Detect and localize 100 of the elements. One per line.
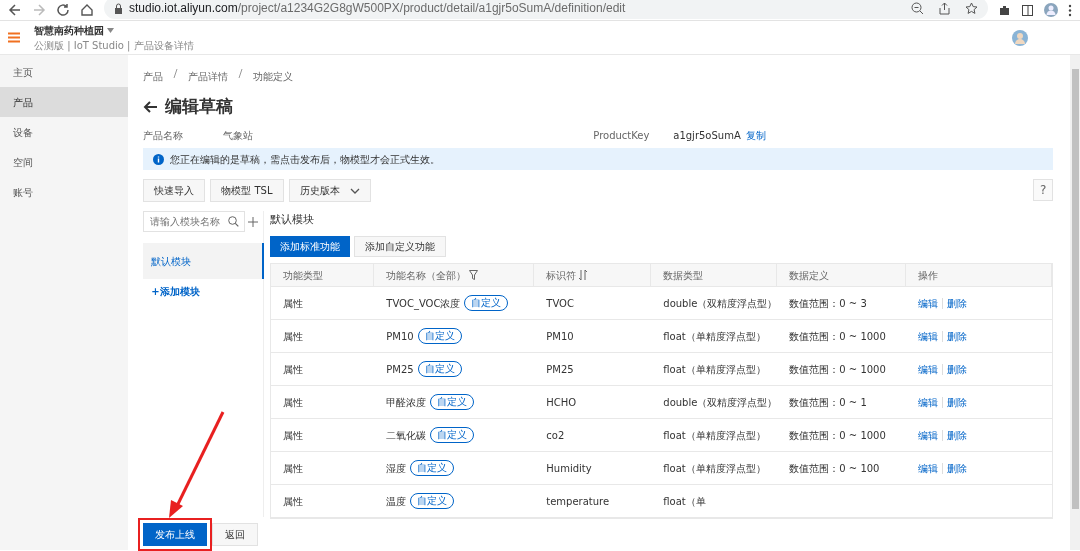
table-cell-text: PM10 [546, 329, 574, 344]
share-icon[interactable] [938, 1, 951, 15]
breadcrumb-link[interactable]: 产品 [143, 69, 164, 84]
edit-link[interactable]: 编辑 [918, 460, 939, 476]
breadcrumb-link[interactable]: 产品详情 [188, 69, 229, 84]
column-header: 操作 [918, 268, 939, 283]
table-cell-text: TVOC_VOC浓度 [386, 296, 461, 311]
back-icon[interactable] [8, 3, 22, 17]
sidebar-item[interactable]: 产品 [0, 87, 129, 117]
breadcrumb-separator-icon [173, 69, 179, 78]
table-cell-text: 属性 [283, 428, 304, 443]
delete-link[interactable]: 删除 [947, 361, 968, 377]
zoom-out-icon[interactable] [911, 1, 924, 15]
table-cell-text: PM25 [546, 362, 574, 377]
breadcrumb-current: 功能定义 [253, 70, 294, 84]
table-cell-text: float（单 [663, 494, 706, 509]
table-cell-text: double（双精度浮点型） [663, 395, 778, 410]
table-cell-text: 湿度 [386, 461, 407, 476]
table-cell-text: 温度 [386, 494, 407, 509]
module-item[interactable]: 默认模块 [143, 243, 265, 279]
edit-link[interactable]: 编辑 [918, 361, 939, 377]
field-value: a1gjr5oSumA [673, 129, 741, 140]
profile-icon[interactable] [1044, 3, 1058, 17]
copy-link[interactable]: 复制 [745, 128, 766, 140]
field-label: 产品名称 [143, 129, 185, 140]
toolbar-button[interactable]: 快速导入 [143, 179, 206, 202]
table-cell-text: TVOC [546, 296, 574, 311]
dropdown-button[interactable]: 历史版本 [288, 179, 371, 202]
sidebar-item[interactable]: 设备 [0, 117, 129, 147]
plus-icon[interactable] [247, 216, 258, 227]
column-header: 功能名称（全部） [386, 268, 467, 283]
table-cell-text: float（单精度浮点型） [663, 329, 766, 344]
sidebar-item[interactable]: 主页 [0, 57, 129, 87]
table-cell-text: 数值范围：0 ~ 1 [789, 395, 867, 410]
page-title: 编辑草稿 [165, 95, 234, 119]
table-cell-text: float（单精度浮点型） [663, 461, 766, 476]
search-icon[interactable] [228, 216, 240, 227]
table-cell-text: Humidity [546, 461, 592, 476]
column-header: 标识符 [546, 268, 577, 283]
app-subtitle: 公测版 | IoT Studio | 产品设备详情 [34, 38, 194, 53]
sidebar-item[interactable]: 空间 [0, 147, 129, 177]
back-arrow-icon[interactable] [143, 101, 158, 113]
table-cell-text: float（单精度浮点型） [663, 428, 766, 443]
table-cell-text: float（单精度浮点型） [663, 362, 766, 377]
reload-icon[interactable] [56, 3, 70, 17]
table-cell-text: 数值范围：0 ~ 1000 [789, 362, 886, 377]
breadcrumb-separator-icon [238, 69, 244, 78]
sort-icon[interactable] [579, 270, 588, 280]
field-value: 气象站 [223, 129, 255, 140]
edit-link[interactable]: 编辑 [918, 394, 939, 410]
table-cell-text: HCHO [546, 395, 577, 410]
home-icon[interactable] [80, 3, 94, 17]
secondary-button[interactable]: 添加自定义功能 [354, 236, 447, 257]
menu-icon[interactable] [8, 32, 20, 43]
search-field[interactable]: 请输入模块名称 [143, 211, 246, 232]
scrollbar[interactable] [1070, 55, 1080, 550]
star-icon[interactable] [965, 1, 978, 15]
primary-button[interactable]: 添加标准功能 [270, 236, 351, 257]
info-icon [153, 153, 165, 165]
table-cell-text: 属性 [283, 296, 304, 311]
extension-icon[interactable] [998, 3, 1011, 17]
more-icon[interactable] [1068, 3, 1072, 17]
delete-link[interactable]: 删除 [947, 460, 968, 476]
field-label: ProductKey [593, 129, 651, 140]
table-cell-text: 数值范围：0 ~ 100 [789, 461, 880, 476]
table-cell-text: PM10 [386, 329, 414, 344]
lock-icon [114, 2, 123, 14]
add-module-link[interactable]: +添加模块 [151, 284, 200, 299]
app-title: 智慧南药种植园 [34, 23, 104, 38]
column-header: 数据类型 [663, 268, 704, 283]
table-cell-text: 属性 [283, 494, 304, 509]
delete-link[interactable]: 删除 [947, 328, 968, 344]
delete-link[interactable]: 删除 [947, 295, 968, 311]
table-cell-text: 属性 [283, 362, 304, 377]
help-button[interactable]: ? [1033, 179, 1054, 201]
table-cell-text: 属性 [283, 395, 304, 410]
table-cell-text: PM25 [386, 362, 414, 377]
edit-link[interactable]: 编辑 [918, 328, 939, 344]
delete-link[interactable]: 删除 [947, 427, 968, 443]
back-button[interactable]: 返回 [212, 523, 259, 546]
side-panel-icon[interactable] [1021, 3, 1034, 17]
filter-icon[interactable] [469, 270, 479, 280]
sidebar-item[interactable]: 账号 [0, 177, 129, 207]
address-bar[interactable]: studio.iot.aliyun.com/project/a1234G2G8gW500PX/product/detail/a1gjr5oSumA/definition/edit [104, 0, 988, 19]
table-cell-text: co2 [546, 428, 565, 443]
table-cell-text: 数值范围：0 ~ 1000 [789, 329, 886, 344]
edit-link[interactable]: 编辑 [918, 427, 939, 443]
table-cell-text: 数值范围：0 ~ 3 [789, 296, 867, 311]
table-cell-text: 二氧化碳 [386, 428, 427, 443]
table-cell-text: 甲醛浓度 [386, 395, 427, 410]
delete-link[interactable]: 删除 [947, 394, 968, 410]
toolbar-button[interactable]: 物模型 TSL [210, 179, 284, 202]
caret-icon[interactable] [106, 27, 114, 33]
section-title: 默认模块 [270, 212, 316, 226]
edit-link[interactable]: 编辑 [918, 295, 939, 311]
table-cell-text: temperature [546, 494, 610, 509]
url-text: studio.iot.aliyun.com/project/a1234G2G8gW500PX/product/detail/a1gjr5oSumA/definition/edit [129, 0, 626, 17]
column-header: 功能类型 [283, 268, 324, 283]
chevron-down-icon [349, 187, 360, 194]
table-cell-text: 属性 [283, 461, 304, 476]
